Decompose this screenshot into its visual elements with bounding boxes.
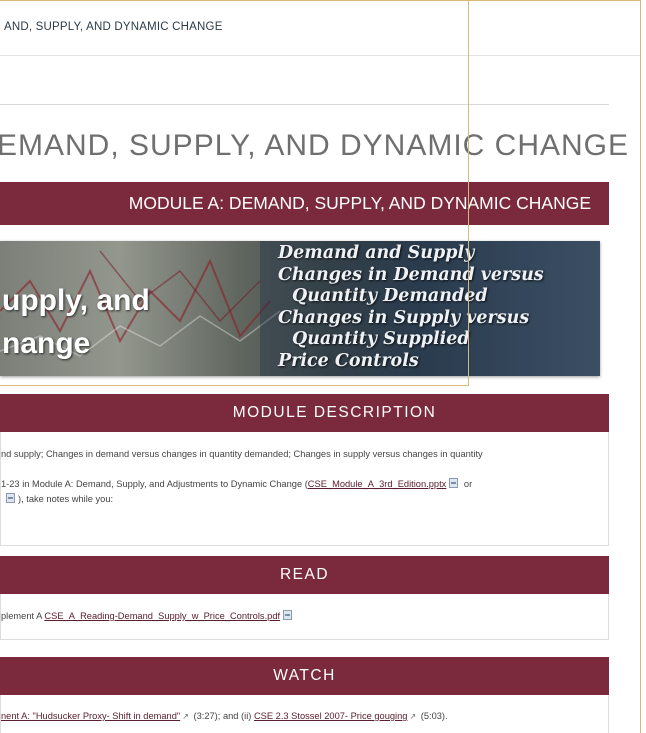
external-link-icon: ↗ bbox=[409, 712, 417, 721]
watch-text-end: (5:03). bbox=[418, 711, 448, 721]
divider bbox=[0, 104, 609, 105]
section-body-read: plement A CSE_A_Reading-Demand_Supply_w_… bbox=[0, 594, 609, 640]
watch-text-mid: (3:27); and (ii) bbox=[190, 711, 254, 721]
hero-topic: Quantity Demanded bbox=[292, 286, 488, 306]
file-preview-icon[interactable] bbox=[449, 478, 459, 488]
hero-topic: Changes in Demand versus bbox=[278, 264, 544, 285]
course-page: AND, SUPPLY, AND DYNAMIC CHANGE EMAND, S… bbox=[0, 0, 641, 733]
description-text: ), take notes while you: bbox=[3, 493, 113, 504]
section-heading-watch: WATCH bbox=[0, 657, 609, 695]
page-title: EMAND, SUPPLY, AND DYNAMIC CHANGE bbox=[0, 129, 630, 162]
hero-title-line-1: upply, and bbox=[2, 284, 150, 317]
hero-topic-list: Demand and Supply Changes in Demand vers… bbox=[278, 243, 598, 372]
hero-topic: Price Controls bbox=[278, 350, 419, 371]
breadcrumb-bar: AND, SUPPLY, AND DYNAMIC CHANGE bbox=[0, 1, 640, 56]
hero-topic: Changes in Supply versus bbox=[278, 307, 530, 328]
description-text: nd supply; Changes in demand versus chan… bbox=[1, 449, 483, 459]
section-heading-read: READ bbox=[0, 556, 609, 594]
reading-pdf-link[interactable]: CSE_A_Reading-Demand_Supply_w_Price_Cont… bbox=[44, 611, 280, 621]
module-banner: MODULE A: DEMAND, SUPPLY, AND DYNAMIC CH… bbox=[0, 182, 609, 225]
external-link-icon: ↗ bbox=[182, 712, 189, 721]
hero-image: upply, and nange Demand and Supply Chang… bbox=[0, 241, 600, 376]
video-link-hudsucker[interactable]: nent A: "Hudsucker Proxy- Shift in deman… bbox=[1, 711, 180, 721]
read-text: plement A CSE_A_Reading-Demand_Supply_w_… bbox=[1, 610, 295, 621]
description-text-suffix: or bbox=[461, 479, 473, 489]
section-body-watch: nent A: "Hudsucker Proxy- Shift in deman… bbox=[0, 695, 609, 733]
hero-title-line-2: nange bbox=[2, 327, 91, 360]
watch-text: nent A: "Hudsucker Proxy- Shift in deman… bbox=[1, 711, 448, 721]
section-heading-description: MODULE DESCRIPTION bbox=[0, 394, 609, 432]
breadcrumb[interactable]: AND, SUPPLY, AND DYNAMIC CHANGE bbox=[4, 21, 223, 33]
description-text-suffix: ), take notes while you: bbox=[18, 494, 114, 504]
hero-topic: Quantity Supplied bbox=[292, 329, 470, 349]
file-preview-icon[interactable] bbox=[283, 610, 293, 620]
read-text-prefix: plement A bbox=[1, 611, 45, 621]
file-preview-icon[interactable] bbox=[6, 493, 15, 503]
pptx-file-link[interactable]: CSE_Module_A_3rd_Edition.pptx bbox=[308, 479, 447, 489]
section-body-description: nd supply; Changes in demand versus chan… bbox=[0, 432, 609, 546]
video-link-stossel[interactable]: CSE 2.3 Stossel 2007- Price gouging bbox=[254, 711, 408, 721]
description-text: 1-23 in Module A: Demand, Supply, and Ad… bbox=[1, 478, 472, 489]
description-text-prefix: 1-23 in Module A: Demand, Supply, and Ad… bbox=[1, 479, 308, 489]
hero-topic: Demand and Supply bbox=[278, 243, 475, 263]
